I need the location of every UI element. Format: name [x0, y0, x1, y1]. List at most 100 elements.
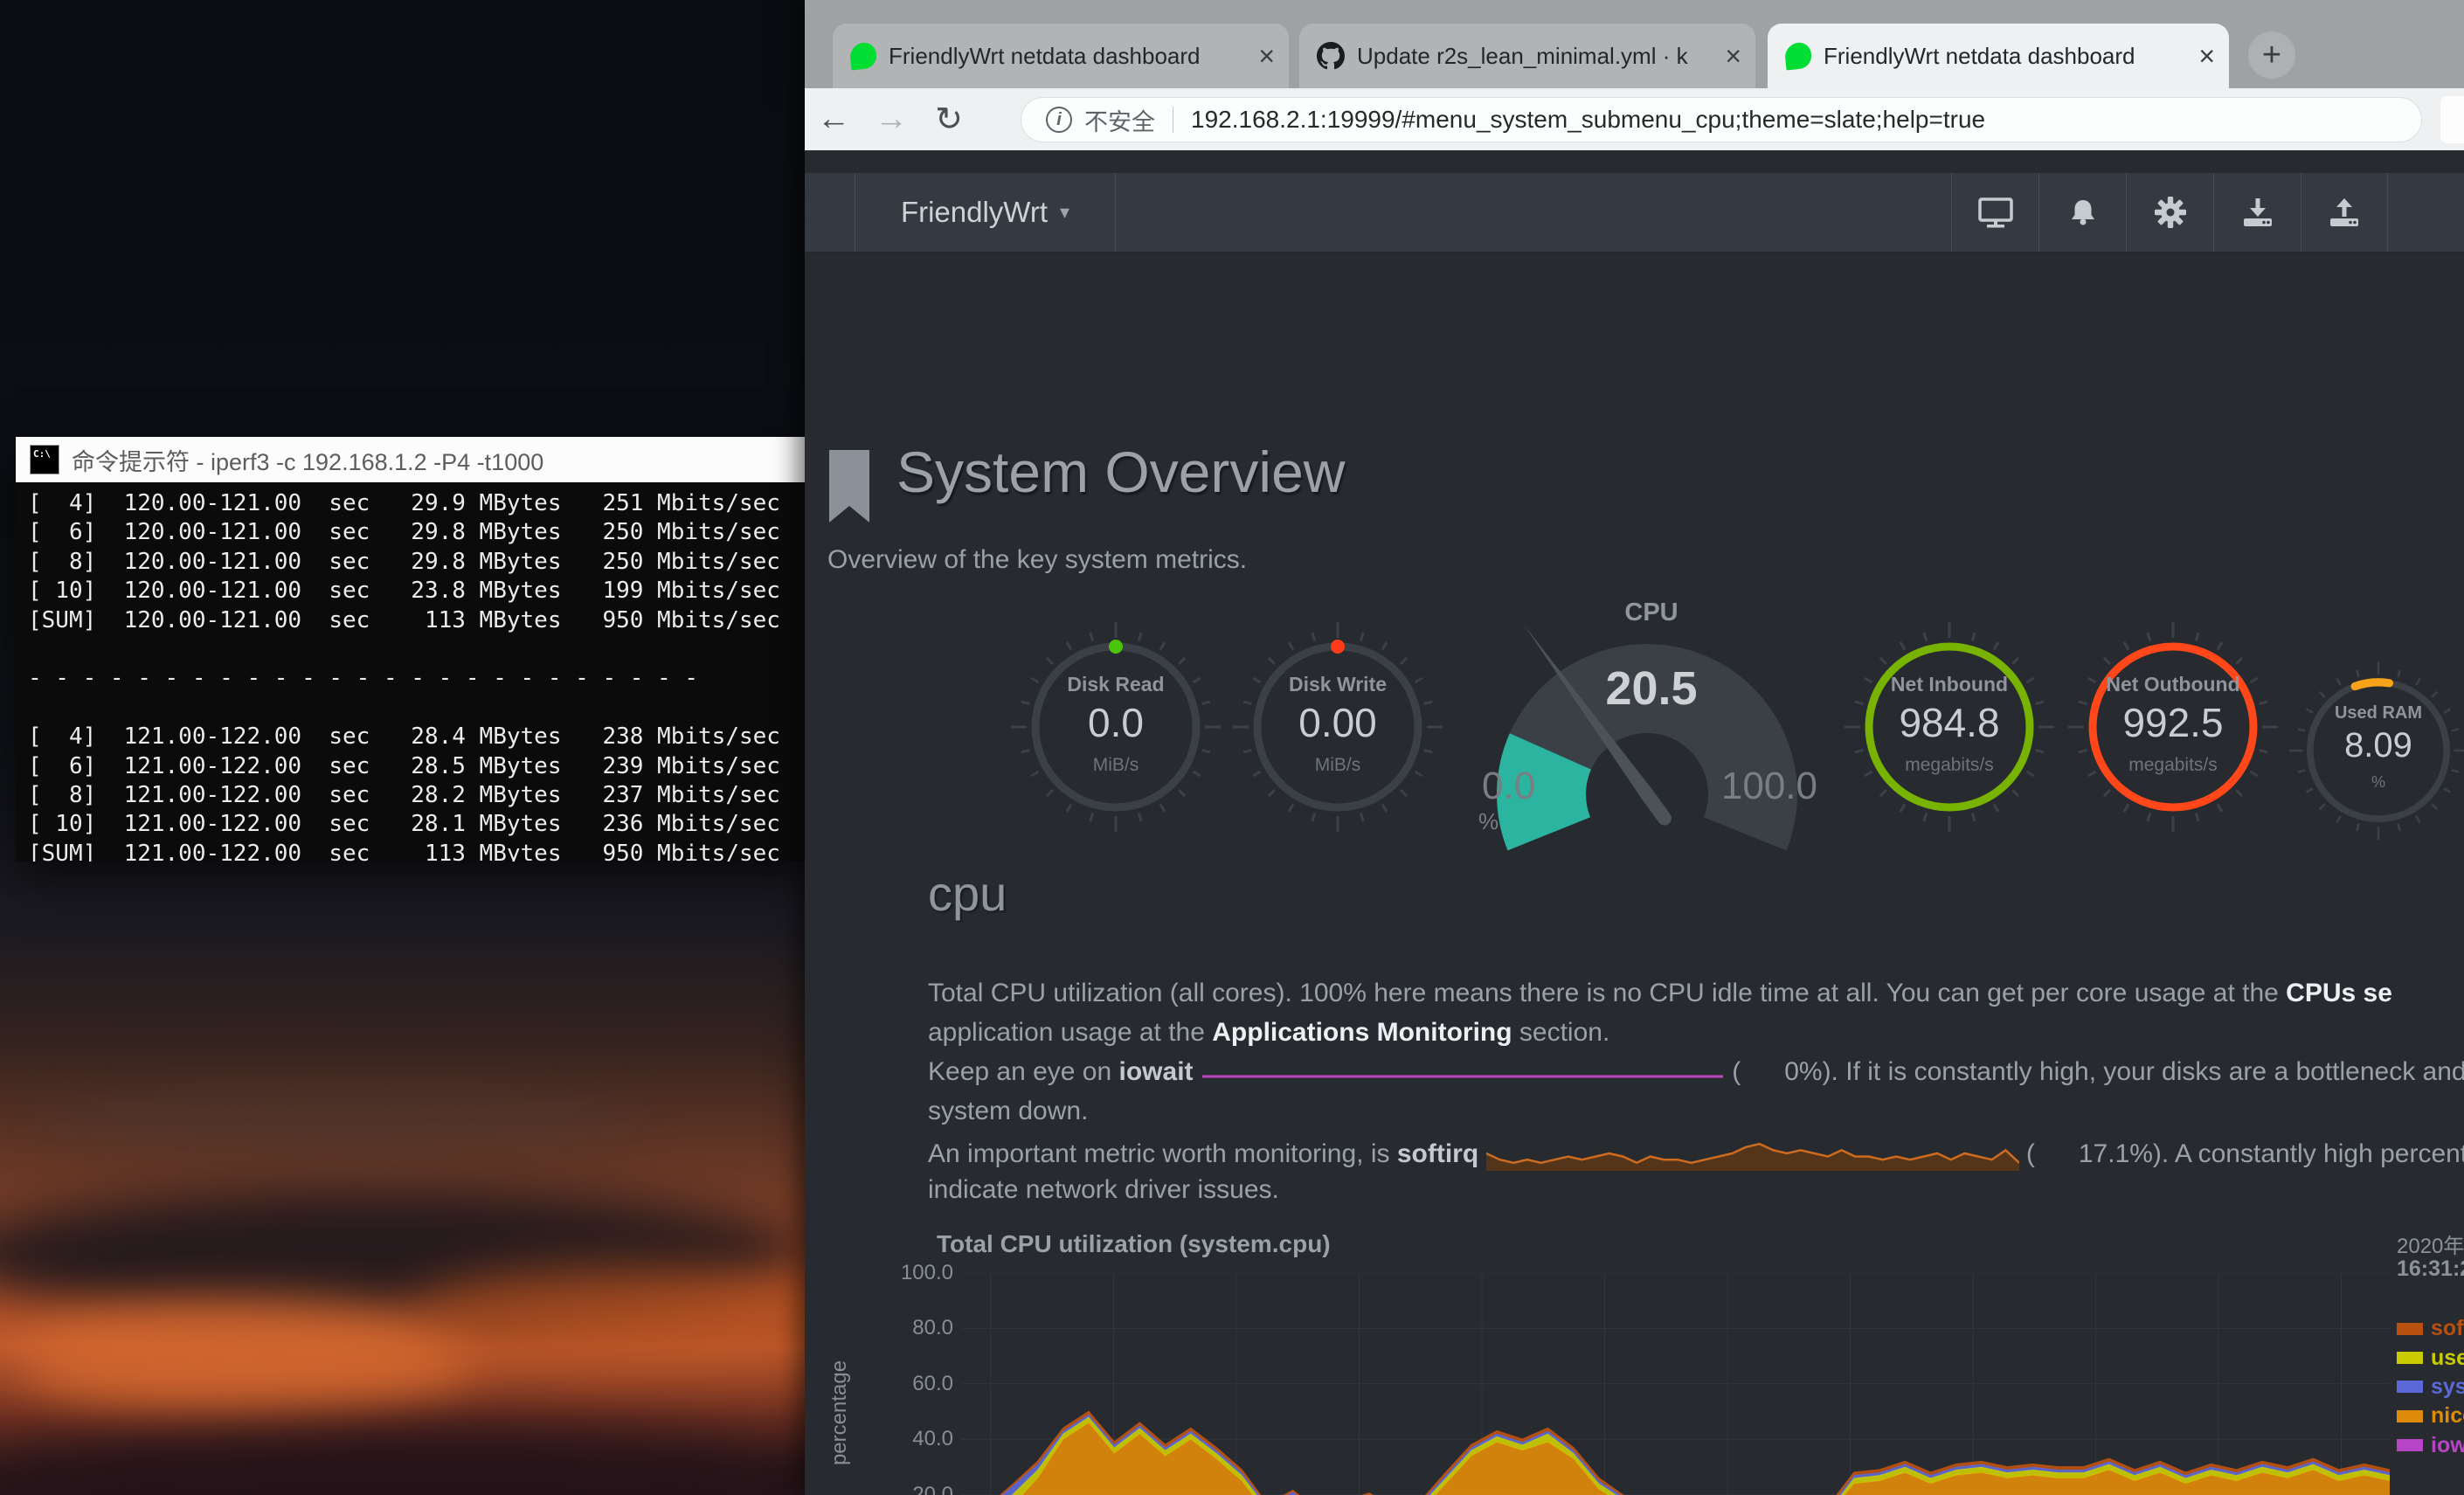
- net-inbound-gauge[interactable]: Net Inbound 984.8 megabits/s: [1845, 622, 2054, 832]
- help-text: indicate network driver issues.: [928, 1175, 1279, 1204]
- tab-github[interactable]: Update r2s_lean_minimal.yml · k ×: [1299, 24, 1755, 88]
- help-line: application usage at the Applications Mo…: [928, 1018, 2464, 1057]
- info-icon[interactable]: i: [1046, 107, 1072, 133]
- gauge-value: 992.5: [2068, 699, 2278, 746]
- help-text: application usage at the: [928, 1018, 1212, 1047]
- gauge-label: CPU: [1477, 599, 1826, 627]
- reload-icon[interactable]: ↻: [920, 100, 978, 139]
- tab-close-icon[interactable]: ×: [2198, 42, 2215, 70]
- cpus-link[interactable]: CPUs se: [2286, 979, 2392, 1007]
- legend-item-user[interactable]: user: [2397, 1343, 2464, 1372]
- brand-label: FriendlyWrt: [901, 196, 1048, 229]
- settings-button[interactable]: [2126, 173, 2213, 252]
- legend-swatch: [2397, 1410, 2423, 1422]
- netdata-favicon: [849, 42, 878, 71]
- brand-dropdown[interactable]: FriendlyWrt ▾: [855, 173, 1116, 252]
- terminal-body[interactable]: [ 4] 120.00-121.00 sec 29.9 MBytes 251 M…: [16, 482, 805, 862]
- chevron-down-icon: ▾: [1060, 201, 1069, 224]
- new-tab-button[interactable]: +: [2248, 31, 2295, 79]
- gauge-unit: %: [2289, 773, 2464, 792]
- legend-label: iowait: [2431, 1433, 2464, 1458]
- legend-label: softirq: [2431, 1316, 2464, 1341]
- cpu-utilization-chart[interactable]: [961, 1273, 2390, 1495]
- softirq-label: softirq: [1397, 1139, 1478, 1168]
- applications-monitoring-link[interactable]: Applications Monitoring: [1212, 1018, 1512, 1047]
- help-text: section.: [1512, 1018, 1610, 1047]
- desktop: C:\ 命令提示符 - iperf3 -c 192.168.1.2 -P4 -t…: [0, 0, 2464, 1495]
- cpu-help-text: Total CPU utilization (all cores). 100% …: [928, 979, 2464, 1223]
- chart-date: 2020年3: [2397, 1229, 2464, 1259]
- bell-icon: [2066, 197, 2101, 227]
- gauge-min: 0.0: [1482, 765, 1535, 808]
- help-text: Keep an eye on: [928, 1057, 1119, 1086]
- export-button[interactable]: [2301, 173, 2388, 252]
- section-title-cpu: cpu: [928, 865, 1007, 922]
- monitor-icon: [1976, 197, 2015, 228]
- legend-label: system: [2431, 1374, 2464, 1400]
- monitor-button[interactable]: [1951, 173, 2038, 252]
- help-line: Total CPU utilization (all cores). 100% …: [928, 979, 2464, 1018]
- tab-close-icon[interactable]: ×: [1258, 42, 1275, 70]
- cmd-icon: C:\: [30, 445, 59, 474]
- header-icon-group: [1951, 173, 2388, 252]
- y-tick-label: 80.0: [840, 1316, 953, 1340]
- gauge-label: Net Outbound: [2068, 673, 2278, 696]
- cloud-bright-orange: [17, 1302, 472, 1415]
- cpu-gauge[interactable]: CPU 20.5 0.0 100.0 %: [1477, 592, 1826, 854]
- tab-label: FriendlyWrt netdata dashboard: [889, 43, 1249, 70]
- cloud-orange-streak: [411, 1267, 865, 1354]
- legend-swatch: [2397, 1323, 2423, 1335]
- gauge-value: 0.00: [1233, 699, 1443, 746]
- tab-label: FriendlyWrt netdata dashboard: [1824, 43, 2190, 70]
- disk-write-gauge[interactable]: Disk Write 0.00 MiB/s: [1233, 622, 1443, 832]
- chart-title: Total CPU utilization (system.cpu): [937, 1230, 1331, 1258]
- net-outbound-gauge[interactable]: Net Outbound 992.5 megabits/s: [2068, 622, 2278, 832]
- profile-button[interactable]: [2440, 96, 2464, 143]
- cloud-bottom-dark: [0, 1424, 891, 1495]
- upload-icon: [2325, 196, 2364, 229]
- terminal-titlebar[interactable]: C:\ 命令提示符 - iperf3 -c 192.168.1.2 -P4 -t…: [16, 437, 805, 482]
- alerts-button[interactable]: [2038, 173, 2126, 252]
- forward-icon[interactable]: →: [862, 100, 920, 138]
- used-ram-gauge[interactable]: Used RAM 8.09 %: [2289, 661, 2464, 840]
- disk-read-gauge[interactable]: Disk Read 0.0 MiB/s: [1011, 622, 1221, 832]
- tab-close-icon[interactable]: ×: [1725, 42, 1741, 70]
- help-text: ( 17.1%). A constantly high percentage: [2019, 1139, 2464, 1168]
- address-bar[interactable]: i 不安全 192.168.2.1:19999/#menu_system_sub…: [1021, 97, 2422, 142]
- gauge-max: 100.0: [1721, 765, 1817, 808]
- github-favicon: [1317, 42, 1345, 70]
- import-button[interactable]: [2213, 173, 2301, 252]
- softirq-sparkline: [1486, 1136, 2019, 1178]
- chart-legend[interactable]: softirq user systemnice iowait: [2397, 1314, 2464, 1460]
- gauge-value: 20.5: [1477, 661, 1826, 716]
- url-text[interactable]: 192.168.2.1:19999/#menu_system_submenu_c…: [1191, 106, 1985, 134]
- gauge-label: Disk Read: [1011, 673, 1221, 696]
- gauge-unit: MiB/s: [1233, 755, 1443, 776]
- help-text: system down.: [928, 1097, 1088, 1125]
- legend-label: user: [2431, 1346, 2464, 1371]
- y-tick-label: 60.0: [840, 1372, 953, 1396]
- tab-netdata-1[interactable]: FriendlyWrt netdata dashboard ×: [833, 24, 1289, 88]
- security-label[interactable]: 不安全: [1084, 103, 1155, 137]
- gauge-value: 8.09: [2289, 726, 2464, 765]
- back-icon[interactable]: ←: [805, 100, 862, 138]
- legend-item-iowait[interactable]: iowait: [2397, 1431, 2464, 1460]
- page-title: System Overview: [896, 439, 1345, 505]
- netdata-favicon: [1784, 42, 1813, 71]
- legend-item-softirq[interactable]: softirq: [2397, 1314, 2464, 1343]
- cpu-gauge-dial: [1477, 592, 1826, 854]
- help-line: system down.: [928, 1097, 2464, 1136]
- page-subtitle: Overview of the key system metrics.: [827, 545, 1247, 575]
- help-line: indicate network driver issues.: [928, 1175, 2464, 1215]
- browser-window: FriendlyWrt netdata dashboard × Update r…: [805, 0, 2464, 1495]
- legend-item-nice[interactable]: nice: [2397, 1402, 2464, 1430]
- legend-item-system[interactable]: system: [2397, 1373, 2464, 1402]
- netdata-header: FriendlyWrt ▾: [805, 173, 2464, 253]
- y-axis-label: percentage: [827, 1330, 852, 1495]
- gauge-value: 0.0: [1011, 699, 1221, 746]
- chart-time: 16:31:2: [2397, 1256, 2464, 1282]
- gauge-unit: megabits/s: [1845, 755, 2054, 776]
- y-tick-label: 20.0: [840, 1483, 953, 1495]
- tab-netdata-2-active[interactable]: FriendlyWrt netdata dashboard ×: [1768, 24, 2229, 88]
- y-tick-label: 100.0: [840, 1261, 953, 1285]
